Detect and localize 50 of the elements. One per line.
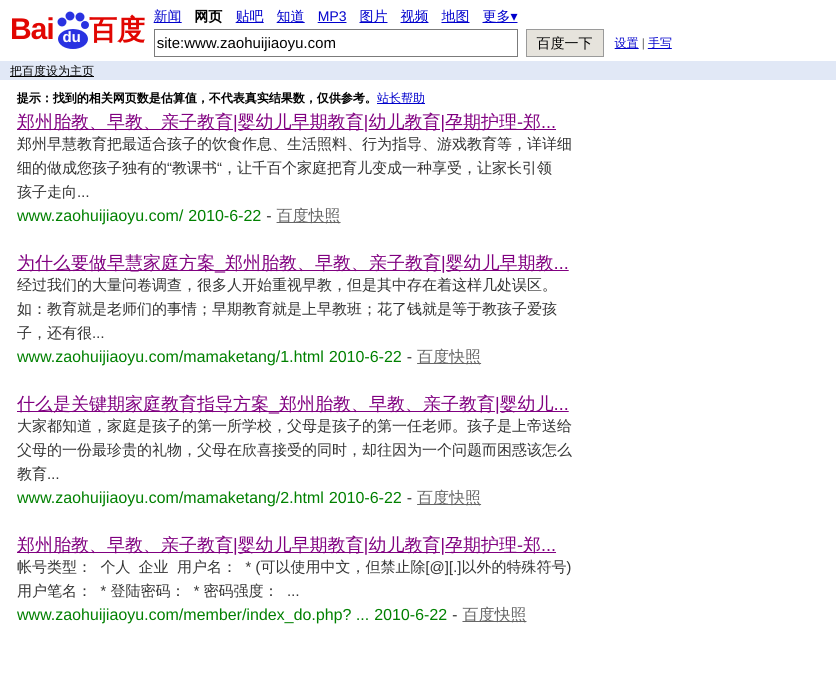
result-date: 2010-6-22 xyxy=(328,348,402,368)
logo-text: 百度 xyxy=(90,16,146,44)
link-separator: | xyxy=(642,35,645,52)
nav-tab[interactable]: 贴吧 xyxy=(236,6,264,26)
cached-page-link[interactable]: 百度快照 xyxy=(276,205,341,229)
search-field[interactable]: site:www.zaohuijiaoyu.com xyxy=(154,29,518,57)
separator-dash: - xyxy=(452,606,458,626)
webmaster-help-link[interactable]: 站长帮助 xyxy=(377,89,425,107)
result-title-link[interactable]: 郑州胎教、早教、亲子教育|婴幼儿早期教育|幼儿教育|孕期护理-郑... xyxy=(17,111,556,133)
result-snippet-line: 如：教育就是老师们的事情；早期教育就是上早教班；花了钱就是等于教孩子爱孩 xyxy=(17,300,557,320)
handwriting-link[interactable]: 手写 xyxy=(648,34,672,52)
result-snippet-line: 孩子走向... xyxy=(17,183,90,203)
nav-tab[interactable]: 地图 xyxy=(441,6,470,26)
cached-page-link[interactable]: 百度快照 xyxy=(417,487,482,511)
separator-dash: - xyxy=(406,489,412,509)
result-date: 2010-6-22 xyxy=(328,489,402,509)
set-homepage-link[interactable]: 把百度设为主页 xyxy=(10,62,94,80)
result-snippet-line: 子，还有很... xyxy=(17,324,105,344)
result-snippet-line: 经过我们的大量问卷调查，很多人开始重视早教，但是其中存在着这样几处误区。 xyxy=(17,276,557,296)
separator-dash: - xyxy=(266,207,272,227)
settings-link[interactable]: 设置 xyxy=(614,34,639,52)
result-snippet-line: 细的做成您孩子独有的“教课书“，让千百个家庭把育儿变成一种享受，让家长引领 xyxy=(17,159,552,179)
nav-tab[interactable]: 知道 xyxy=(276,6,305,26)
result-snippet-line: 用户笔名： * 登陆密码： * 密码强度： ... xyxy=(17,582,300,602)
result-snippet-line: 教育... xyxy=(17,465,60,485)
nav-tab[interactable]: 图片 xyxy=(359,6,388,26)
nav-tab[interactable]: 视频 xyxy=(400,6,428,26)
notice-text: 提示：找到的相关网页数是估算值，不代表真实结果数，仅供参考。 xyxy=(17,90,377,107)
result-url: www.zaohuijiaoyu.com/mamaketang/2.html xyxy=(17,489,324,509)
result-snippet-line: 大家都知道，家庭是孩子的第一所学校，父母是孩子的第一任老师。孩子是上帝送给 xyxy=(17,417,572,437)
search-button[interactable]: 百度一下 xyxy=(526,29,604,57)
cached-page-link[interactable]: 百度快照 xyxy=(462,604,526,628)
result-title-link[interactable]: 郑州胎教、早教、亲子教育|婴幼儿早期教育|幼儿教育|孕期护理-郑... xyxy=(17,534,556,556)
logo-text: Bai xyxy=(10,15,54,45)
result-title-link[interactable]: 为什么要做早慧家庭方案_郑州胎教、早教、亲子教育|婴幼儿早期教... xyxy=(17,252,569,274)
result-url: www.zaohuijiaoyu.com/member/index_do.php? ... xyxy=(17,606,370,626)
result-url: www.zaohuijiaoyu.com/mamaketang/1.html xyxy=(17,348,324,368)
result-snippet-line: 父母的一份最珍贵的礼物，父母在欣喜接受的同时，却往因为一个问题而困惑该怎么 xyxy=(17,441,572,461)
result-snippet-line: 帐号类型： 个人 企业 用户名： * (可以使用中文，但禁止除[@][.]以外的特殊符号) xyxy=(17,558,572,578)
result-url: www.zaohuijiaoyu.com/ xyxy=(17,207,184,227)
result-snippet-line: 郑州早慧教育把最适合孩子的饮食作息、生活照料、行为指导、游戏教育等，详详细 xyxy=(17,135,572,155)
cached-page-link[interactable]: 百度快照 xyxy=(417,346,482,370)
nav-tab[interactable]: 新闻 xyxy=(154,6,182,26)
result-date: 2010-6-22 xyxy=(374,606,448,626)
nav-tab[interactable]: 更多▾ xyxy=(482,6,518,26)
result-title-link[interactable]: 什么是关键期家庭教育指导方案_郑州胎教、早教、亲子教育|婴幼儿... xyxy=(17,393,569,415)
separator-dash: - xyxy=(406,348,412,368)
result-date: 2010-6-22 xyxy=(188,207,262,227)
nav-tab[interactable]: 网页 xyxy=(194,6,223,26)
nav-tab[interactable]: MP3 xyxy=(318,6,346,26)
